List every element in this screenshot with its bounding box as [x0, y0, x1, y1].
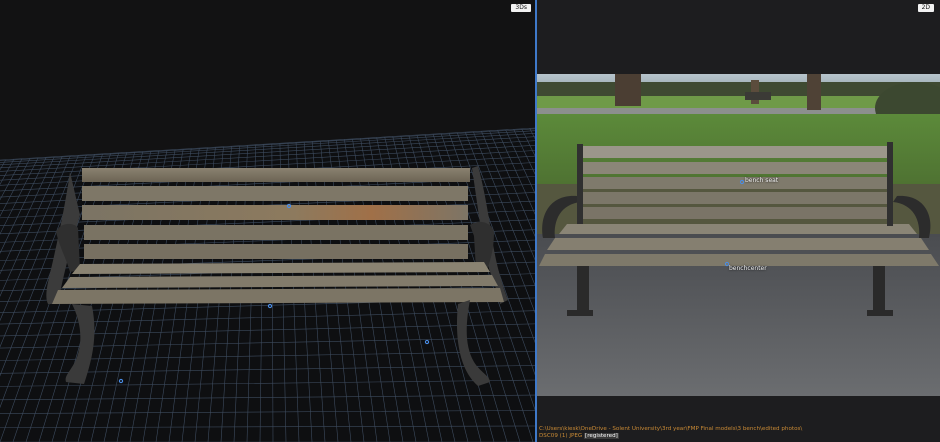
- pin-label-benchcenter[interactable]: benchcenter: [729, 265, 767, 272]
- registration-status-badge: [registered]: [584, 433, 619, 439]
- viewport-3d[interactable]: 3Ds: [0, 0, 535, 442]
- reference-photo[interactable]: [537, 74, 940, 396]
- view-mode-badge-2d[interactable]: 2D: [917, 4, 934, 12]
- pin-label-bench-seat[interactable]: bench seat: [745, 177, 778, 184]
- image-status-line: DSC09 (1) JPEG [registered]: [539, 433, 940, 440]
- viewport-2d[interactable]: 2D bench seat benchcenter C:\Users\kiesk…: [537, 0, 940, 442]
- image-file-name: DSC09 (1) JPEG: [539, 433, 583, 439]
- app-window: 3Ds 2D bench seat benchcenter C:\Users\k…: [0, 0, 940, 442]
- image-file-path: C:\Users\kiesk\OneDrive - Solent Univers…: [539, 426, 803, 432]
- status-bar: C:\Users\kiesk\OneDrive - Solent Univers…: [537, 426, 940, 442]
- ground-grid: [0, 127, 535, 442]
- view-mode-badge-3d[interactable]: 3Ds: [511, 4, 531, 12]
